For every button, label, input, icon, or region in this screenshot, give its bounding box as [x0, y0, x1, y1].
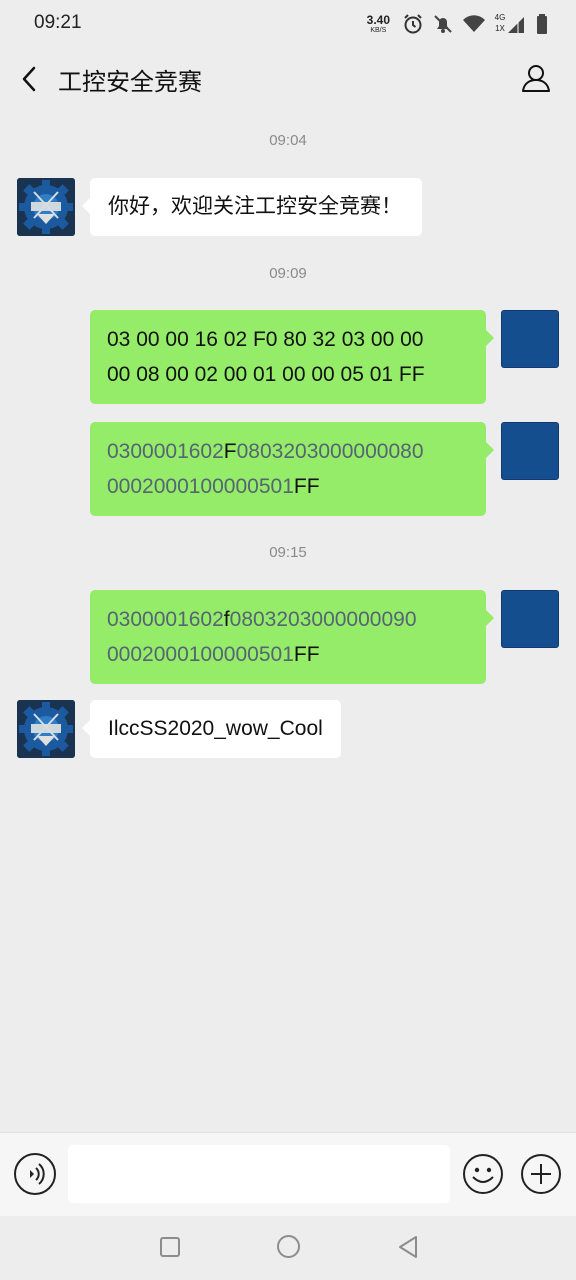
hex-segment-highlight: F [223, 440, 237, 463]
hex-segment-highlight: FF [293, 643, 320, 666]
hex-segment: 00020001000005 [107, 643, 271, 666]
chat-title: 工控安全竞赛 [58, 68, 202, 96]
net-speed-unit: KB/S [370, 27, 387, 34]
message-bubble-sent[interactable]: 03 00 00 16 02 F0 80 32 03 00 00 00 08 0… [90, 310, 494, 404]
gear-logo-icon [17, 700, 75, 758]
nav-back-icon[interactable] [396, 1234, 420, 1260]
emoji-icon[interactable] [462, 1153, 504, 1195]
message-bubble-received[interactable]: IlccSS2020_wow_Cool [82, 700, 341, 758]
message-bubble-sent[interactable]: 0300001602f0803203000000090 000200010000… [90, 590, 494, 684]
message-text-line: 03 00 00 16 02 F0 80 32 03 00 00 [107, 328, 424, 351]
hex-segment: 01 [270, 643, 294, 666]
voice-icon [30, 1163, 45, 1185]
message-text: IlccSS2020_wow_Cool [108, 717, 323, 740]
timestamp: 09:04 [269, 132, 307, 149]
net-speed: 3.40 KB/S [367, 14, 390, 34]
input-bar [0, 1132, 576, 1216]
status-icons: 3.40 KB/S 4G 1X [367, 10, 548, 38]
contact-avatar[interactable] [17, 178, 75, 236]
timestamp: 09:15 [269, 544, 307, 561]
my-avatar[interactable] [501, 310, 559, 368]
net-speed-value: 3.40 [366, 13, 390, 27]
message-input[interactable] [68, 1145, 450, 1203]
message-bubble-received[interactable]: 你好，欢迎关注工控安全竞赛！ [82, 178, 422, 236]
battery-icon [537, 14, 547, 34]
signal-icon: 4G 1X [494, 13, 528, 35]
profile-icon[interactable] [520, 62, 552, 94]
hex-segment: 0300001602 [107, 440, 224, 463]
wifi-icon [463, 15, 485, 32]
message-text: 你好，欢迎关注工控安全竞赛！ [108, 194, 402, 218]
my-avatar[interactable] [501, 590, 559, 648]
mute-icon [434, 15, 452, 33]
hex-segment: 0300001602 [107, 608, 224, 631]
hex-segment: 00020001000005 [107, 475, 271, 498]
hex-segment: 01 [270, 475, 294, 498]
status-bar: 09:21 3.40 KB/S 4G 1X [0, 0, 576, 48]
alarm-icon [404, 14, 422, 34]
home-icon[interactable] [277, 1235, 300, 1258]
hex-segment: 0803203000000090 [229, 608, 417, 631]
recents-icon[interactable] [160, 1237, 180, 1257]
add-icon[interactable] [520, 1153, 562, 1195]
system-nav-bar [0, 1216, 576, 1280]
back-arrow-icon[interactable] [16, 62, 42, 96]
voice-input-button[interactable] [14, 1153, 56, 1195]
gear-logo-icon [17, 178, 75, 236]
message-bubble-sent[interactable]: 0300001602F0803203000000080 000200010000… [90, 422, 494, 516]
timestamp: 09:09 [269, 265, 307, 282]
message-text-line: 00 08 00 02 00 01 00 00 05 01 FF [107, 363, 425, 386]
status-time: 09:21 [34, 12, 82, 33]
hex-segment: 0803203000000080 [236, 440, 424, 463]
chat-header: 工控安全竞赛 [0, 48, 576, 110]
hex-segment-highlight: FF [293, 475, 320, 498]
contact-avatar[interactable] [17, 700, 75, 758]
my-avatar[interactable] [501, 422, 559, 480]
